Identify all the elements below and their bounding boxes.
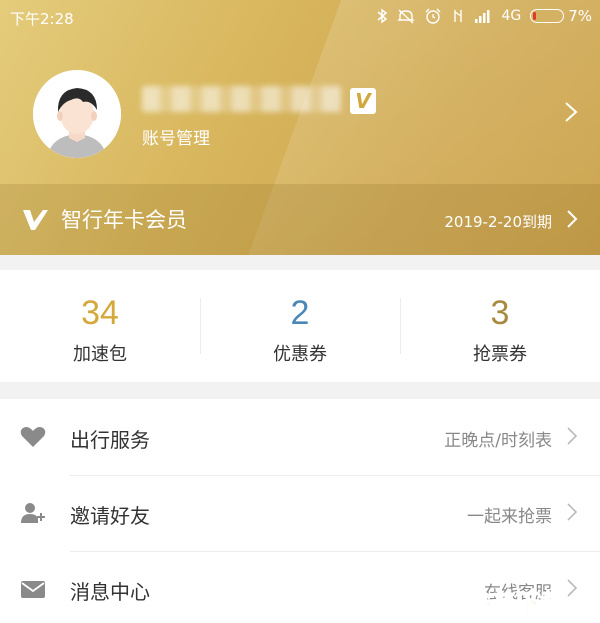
status-bar: 下午2:28 4G 7% bbox=[0, 0, 600, 34]
network-type: 4G bbox=[501, 8, 522, 24]
signal-icon bbox=[475, 10, 490, 23]
bluetooth-icon bbox=[377, 8, 388, 24]
menu-item-value: 一起来抢票 bbox=[467, 507, 552, 527]
stat-label: 加速包 bbox=[73, 344, 127, 365]
profile-header: 下午2:28 4G 7% V 账号管理 智行年卡会员 2019-2-20到期 bbox=[0, 0, 600, 255]
battery-percent: 7% bbox=[568, 7, 592, 25]
v-logo-icon bbox=[23, 210, 48, 230]
menu-item-label: 出行服务 bbox=[70, 428, 150, 452]
stat-label: 抢票券 bbox=[473, 344, 527, 365]
membership-title: 智行年卡会员 bbox=[61, 208, 187, 232]
status-time: 下午2:28 bbox=[10, 10, 74, 28]
menu-item-invite-friends[interactable]: 邀请好友 一起来抢票 bbox=[0, 475, 600, 551]
menu-item-value: 正晚点/时刻表 bbox=[444, 431, 552, 451]
stat-speedup-packs[interactable]: 34 加速包 bbox=[0, 270, 200, 382]
stats-panel: 34 加速包 2 优惠券 3 抢票券 bbox=[0, 270, 600, 382]
menu-item-label: 消息中心 bbox=[70, 580, 150, 604]
chevron-right-icon bbox=[567, 210, 578, 228]
mute-icon bbox=[397, 9, 416, 24]
avatar[interactable] bbox=[33, 70, 121, 158]
avatar-illustration bbox=[33, 70, 121, 158]
chevron-right-icon bbox=[567, 503, 578, 521]
menu-item-travel-services[interactable]: 出行服务 正晚点/时刻表 bbox=[0, 399, 600, 475]
stat-value: 3 bbox=[490, 294, 510, 332]
vip-badge: V bbox=[350, 88, 376, 114]
stat-ticket-vouchers[interactable]: 3 抢票券 bbox=[400, 270, 600, 382]
membership-bar[interactable]: 智行年卡会员 2019-2-20到期 bbox=[0, 184, 600, 255]
stat-value: 34 bbox=[81, 294, 119, 332]
battery-icon bbox=[530, 9, 565, 23]
menu-item-label: 邀请好友 bbox=[70, 504, 150, 528]
chevron-right-icon bbox=[567, 427, 578, 445]
heart-icon bbox=[20, 427, 46, 447]
alarm-icon bbox=[425, 8, 441, 24]
membership-expiry: 2019-2-20到期 bbox=[444, 213, 552, 231]
account-management-link[interactable]: 账号管理 bbox=[142, 124, 210, 149]
vibrate-icon bbox=[454, 10, 463, 22]
username-obscured bbox=[142, 86, 342, 112]
mail-icon bbox=[21, 581, 45, 598]
stat-coupons[interactable]: 2 优惠券 bbox=[200, 270, 400, 382]
stat-label: 优惠券 bbox=[273, 344, 327, 365]
chevron-right-icon[interactable] bbox=[564, 101, 578, 123]
stat-value: 2 bbox=[290, 294, 310, 332]
watermark-logo: 谷普下载 bbox=[468, 589, 565, 618]
status-icons: 4G 7% bbox=[376, 7, 592, 25]
watermark-text: 谷普下载 bbox=[468, 589, 564, 617]
battery-indicator: 7% bbox=[530, 7, 592, 25]
add-user-icon bbox=[21, 503, 45, 523]
